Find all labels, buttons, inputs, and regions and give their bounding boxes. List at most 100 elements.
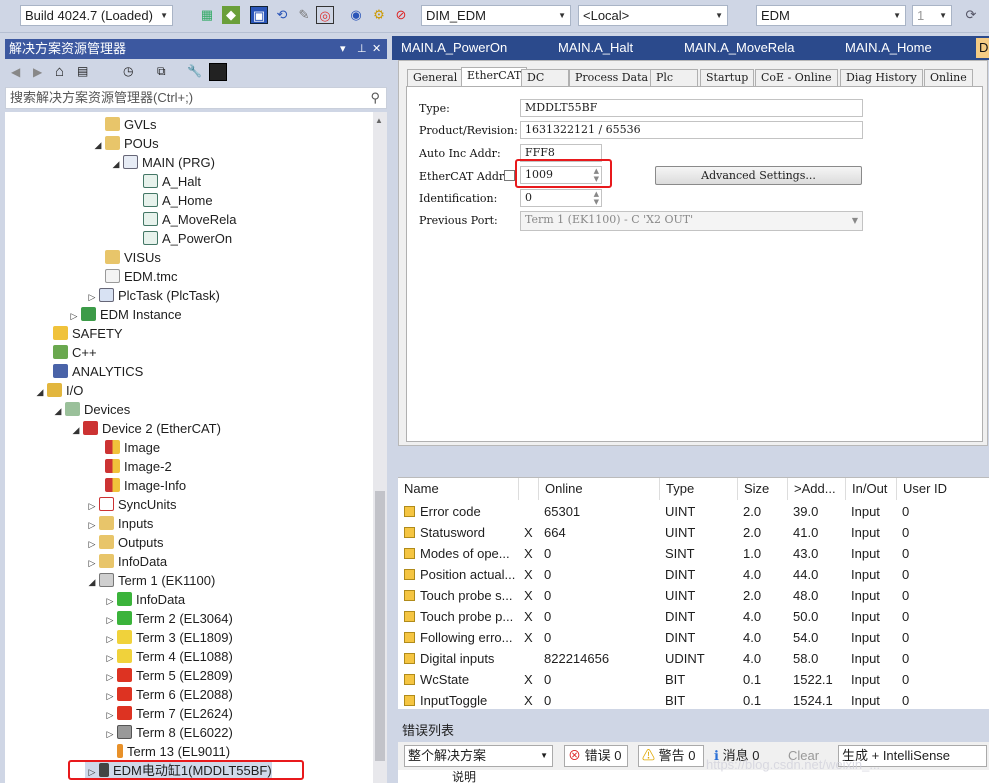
tree-item-pous[interactable]: ◢ POUs — [91, 134, 159, 153]
tab-dc[interactable]: DC — [521, 69, 569, 87]
tree-item-io[interactable]: ◢ I/O — [33, 381, 83, 400]
expanded-icon[interactable]: ◢ — [109, 155, 123, 174]
expanded-icon[interactable]: ◢ — [33, 383, 47, 402]
tree-item-term5[interactable]: ▷ Term 5 (EL2809) — [103, 666, 233, 685]
tree-item-term4[interactable]: ▷ Term 4 (EL1088) — [103, 647, 233, 666]
config-mode-icon[interactable]: ▣ — [250, 6, 268, 24]
col-flag[interactable] — [519, 478, 539, 500]
scan-icon[interactable]: ✎ — [295, 6, 313, 24]
pin-icon[interactable]: ⊥ — [357, 39, 367, 59]
tree-item-a-poweron[interactable]: A_PowerOn — [129, 229, 232, 248]
scroll-up-icon[interactable]: ▲ — [375, 116, 383, 125]
tree-item-term1-infodata[interactable]: ▷ InfoData — [103, 590, 185, 609]
identification-field[interactable]: 0 ▲ ▼ — [520, 189, 602, 207]
preview-icon[interactable] — [209, 63, 227, 81]
col-userid[interactable]: User ID — [897, 478, 989, 500]
tab-diag-history[interactable]: Diag History — [840, 69, 923, 87]
tree-item-plctask[interactable]: ▷ PlcTask (PlcTask) — [85, 286, 220, 305]
tree-item-a-moverela[interactable]: A_MoveRela — [129, 210, 236, 229]
history-icon[interactable]: ◷ — [123, 64, 133, 78]
table-row[interactable]: Digital inputs 822214656 UDINT 4.0 58.0 Input… — [398, 648, 989, 669]
tab-process-data[interactable]: Process Data — [569, 69, 655, 87]
tree-item-edm-instance[interactable]: ▷ EDM Instance — [67, 305, 182, 324]
col-address[interactable]: >Add... — [788, 478, 846, 500]
tree-item-analytics[interactable]: ANALYTICS — [39, 362, 143, 381]
tree-item-inputs[interactable]: ▷ Inputs — [85, 514, 153, 533]
errors-filter-button[interactable]: ⊗ 错误 0 — [564, 745, 628, 767]
forward-icon[interactable]: ▶ — [33, 65, 42, 79]
activate-icon[interactable]: ◆ — [222, 6, 240, 24]
tree-item-visus[interactable]: VISUs — [91, 248, 161, 267]
table-row[interactable]: WcState X 0 BIT 0.1 1522.1 Input 0 — [398, 669, 989, 690]
tree-item-device2[interactable]: ◢ Device 2 (EtherCAT) — [69, 419, 221, 438]
sync-icon[interactable]: ▤ — [77, 64, 88, 78]
tab-main-a-poweron[interactable]: MAIN.A_PowerOn — [392, 38, 549, 58]
tab-main-a-halt[interactable]: MAIN.A_Halt — [549, 38, 675, 58]
ethercat-addr-checkbox[interactable] — [504, 170, 515, 181]
login-icon[interactable]: ◉ — [347, 6, 365, 24]
tab-coe-online[interactable]: CoE - Online — [755, 69, 838, 87]
tree-item-image2[interactable]: Image-2 — [91, 457, 172, 476]
tree-item-image[interactable]: Image — [91, 438, 160, 457]
warnings-filter-button[interactable]: ⚠ 警告 0 — [638, 745, 704, 767]
tab-main-a-moverela[interactable]: MAIN.A_MoveRela — [675, 38, 836, 58]
col-online[interactable]: Online — [539, 478, 660, 500]
toggle-freerun-icon[interactable]: ◎ — [316, 6, 334, 24]
home-icon[interactable]: ⌂ — [55, 63, 64, 80]
col-name[interactable]: Name — [398, 478, 519, 500]
spinner-icon[interactable]: ▲ ▼ — [594, 190, 599, 206]
close-icon[interactable]: ✕ — [372, 39, 381, 59]
error-scope-select[interactable]: 整个解决方案 ▼ — [404, 745, 553, 767]
tab-online[interactable]: Online — [924, 69, 973, 87]
tab-general[interactable]: General — [407, 69, 464, 87]
tree-item-syncunits[interactable]: ▷ SyncUnits — [85, 495, 177, 514]
advanced-settings-button[interactable]: Advanced Settings... — [655, 166, 862, 185]
tree-item-term6[interactable]: ▷ Term 6 (EL2088) — [103, 685, 233, 704]
collapse-icon[interactable]: ⧉ — [157, 64, 166, 79]
tree-item-term8[interactable]: ▷ Term 8 (EL6022) — [103, 723, 233, 742]
properties-icon[interactable]: 🔧 — [187, 64, 202, 78]
dropdown-icon[interactable]: ▾ — [340, 39, 346, 59]
table-row[interactable]: Touch probe s... X 0 UINT 2.0 48.0 Input 0 — [398, 585, 989, 606]
tab-startup[interactable]: Startup — [700, 69, 755, 87]
table-row[interactable]: Error code 65301 UINT 2.0 39.0 Input 0 — [398, 501, 989, 522]
expanded-icon[interactable]: ◢ — [91, 136, 105, 155]
tree-item-safety[interactable]: SAFETY — [39, 324, 123, 343]
tree-item-term7[interactable]: ▷ Term 7 (EL2624) — [103, 704, 233, 723]
target-selector[interactable]: <Local> ▼ — [578, 5, 728, 26]
tree-item-term3[interactable]: ▷ Term 3 (EL1809) — [103, 628, 233, 647]
tree-scrollbar-thumb[interactable] — [375, 491, 385, 761]
expanded-icon[interactable]: ◢ — [69, 421, 83, 440]
col-size[interactable]: Size — [738, 478, 788, 500]
tree-item-outputs[interactable]: ▷ Outputs — [85, 533, 164, 552]
project-selector[interactable]: DIM_EDM ▼ — [421, 5, 571, 26]
build-selector[interactable]: Build 4024.7 (Loaded) ▼ — [20, 5, 173, 26]
reload-icon[interactable]: ⟲ — [273, 6, 291, 24]
tree-item-infodata[interactable]: ▷ InfoData — [85, 552, 167, 571]
explorer-search-input[interactable]: 搜索解决方案资源管理器(Ctrl+;) ⚲ — [5, 87, 387, 109]
tree-item-term1[interactable]: ◢ Term 1 (EK1100) — [85, 571, 215, 590]
col-inout[interactable]: In/Out — [846, 478, 897, 500]
settings-icon[interactable]: ⚙ — [370, 6, 388, 24]
tree-item-gvls[interactable]: GVLs — [91, 115, 157, 134]
tree-item-main[interactable]: ◢ MAIN (PRG) — [109, 153, 215, 172]
tab-ethercat[interactable]: EtherCAT — [461, 67, 528, 87]
reset-icon[interactable]: ⟳ — [962, 6, 980, 24]
tab-device-active[interactable]: D — [976, 38, 989, 58]
tab-main-a-home[interactable]: MAIN.A_Home — [836, 38, 976, 58]
table-row[interactable]: Following erro... X 0 DINT 4.0 54.0 Input 0 — [398, 627, 989, 648]
port-selector[interactable]: 1 ▼ — [912, 5, 952, 26]
tree-item-a-halt[interactable]: A_Halt — [129, 172, 201, 191]
tree-item-image-info[interactable]: Image-Info — [91, 476, 186, 495]
table-row[interactable]: InputToggle X 0 BIT 0.1 1524.1 Input 0 — [398, 690, 989, 711]
expanded-icon[interactable]: ◢ — [85, 573, 99, 592]
search-icon[interactable]: ⚲ — [370, 88, 380, 108]
tree-item-term2[interactable]: ▷ Term 2 (EL3064) — [103, 609, 233, 628]
table-row[interactable]: Position actual... X 0 DINT 4.0 44.0 Input 0 — [398, 564, 989, 585]
tree-item-term13[interactable]: Term 13 (EL9011) — [103, 742, 230, 761]
table-row[interactable]: Modes of ope... X 0 SINT 1.0 43.0 Input 0 — [398, 543, 989, 564]
tree-item-cpp[interactable]: C++ — [39, 343, 97, 362]
back-icon[interactable]: ◀ — [11, 65, 20, 79]
tree-item-edm-tmc[interactable]: EDM.tmc — [91, 267, 177, 286]
expanded-icon[interactable]: ◢ — [51, 402, 65, 421]
